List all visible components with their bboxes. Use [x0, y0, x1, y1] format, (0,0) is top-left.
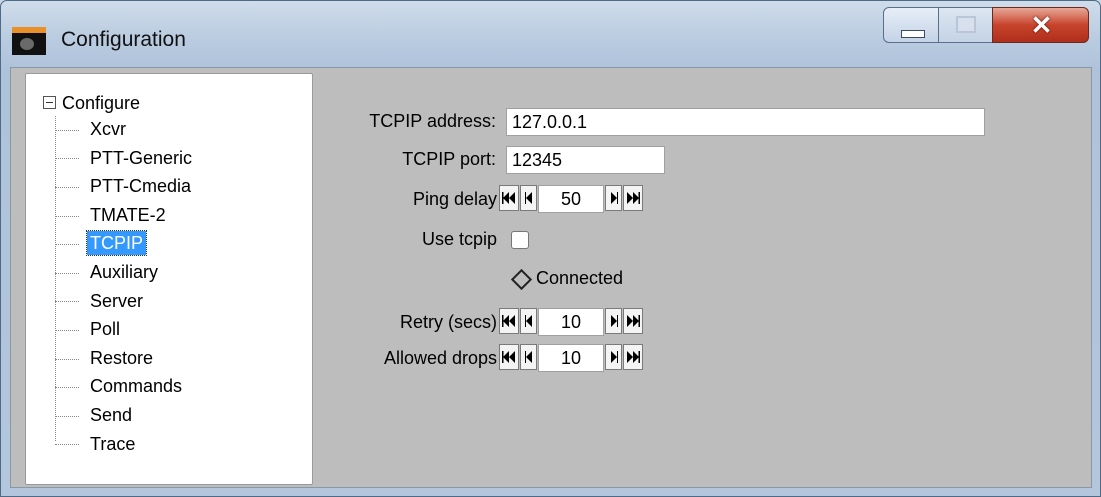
tree-item-commands[interactable]: Commands: [55, 374, 185, 398]
spinner-value[interactable]: 50: [538, 185, 604, 213]
left-arrow-icon: [524, 351, 533, 363]
double-right-arrow-icon: [626, 192, 640, 204]
tree-root-label: Configure: [62, 93, 141, 113]
tree-item-ptt-cmedia[interactable]: PTT-Cmedia: [55, 174, 194, 198]
spinner-value[interactable]: 10: [538, 344, 604, 372]
tree-item-auxiliary[interactable]: Auxiliary: [55, 260, 161, 284]
tree-item-server[interactable]: Server: [55, 289, 146, 313]
title-bar[interactable]: Configuration ✕: [1, 1, 1100, 67]
ping-delay-label: Ping delay: [412, 189, 497, 209]
allowed-drops-label: Allowed drops: [383, 348, 497, 368]
tree-connector: [55, 129, 79, 131]
connected-label: Connected: [536, 268, 624, 288]
tree-connector: [55, 415, 79, 417]
connection-status-diamond-icon: [510, 268, 533, 291]
tree-item-label: Restore: [90, 347, 154, 368]
tree-item-send[interactable]: Send: [55, 403, 135, 427]
decrement-button[interactable]: [520, 185, 537, 211]
tree-item-label: Poll: [90, 319, 121, 340]
tree-item-label: Xcvr: [90, 119, 126, 139]
collapse-icon[interactable]: [43, 96, 56, 110]
close-button[interactable]: ✕: [992, 7, 1089, 43]
tree-item-label: TMATE-2: [90, 204, 166, 225]
decrement-button[interactable]: [520, 344, 537, 370]
tree-connector: [55, 158, 79, 160]
fast-decrement-button[interactable]: [499, 308, 519, 334]
increment-button[interactable]: [605, 308, 622, 334]
tree-item-restore[interactable]: Restore: [55, 346, 156, 370]
maximize-icon: [956, 16, 976, 33]
tree-connector: [55, 387, 79, 389]
tree-item-label: Send: [90, 405, 133, 425]
increment-button[interactable]: [605, 185, 622, 211]
tree-connector: [55, 444, 79, 446]
tree-item-xcvr[interactable]: Xcvr: [55, 117, 129, 141]
double-right-arrow-icon: [626, 315, 640, 327]
tree-connector: [55, 329, 79, 331]
double-left-arrow-icon: [502, 351, 516, 363]
tree-item-trace[interactable]: Trace: [55, 432, 138, 456]
tree-connector: [55, 358, 79, 360]
maximize-button[interactable]: [938, 7, 993, 43]
increment-button[interactable]: [605, 344, 622, 370]
tree-item-label: TCPIP: [85, 230, 148, 257]
fast-increment-button[interactable]: [623, 308, 643, 334]
tcpip-address-input[interactable]: [506, 108, 985, 136]
client-area: Configure Xcvr PTT-Generic PTT-Cmedia TMATE…: [10, 67, 1092, 488]
minimize-icon: [901, 30, 925, 38]
tree-item-poll[interactable]: Poll: [55, 317, 123, 341]
tree-connector: [55, 186, 79, 188]
fast-increment-button[interactable]: [623, 344, 643, 370]
close-icon: ✕: [1030, 10, 1053, 40]
double-right-arrow-icon: [626, 351, 640, 363]
tree-item-label: Server: [90, 290, 144, 311]
spinner-value[interactable]: 10: [538, 308, 604, 336]
left-arrow-icon: [524, 315, 533, 327]
tree-connector: [55, 301, 79, 303]
tree-item-label: PTT-Cmedia: [90, 176, 192, 197]
window-title: Configuration: [61, 28, 186, 51]
right-arrow-icon: [610, 192, 618, 204]
window-controls: ✕: [883, 7, 1089, 44]
fast-increment-button[interactable]: [623, 185, 643, 211]
radio-transceiver-icon: [12, 27, 46, 55]
tree-item-label: Auxiliary: [90, 262, 159, 282]
decrement-button[interactable]: [520, 308, 537, 334]
tree-item-ptt-generic[interactable]: PTT-Generic: [55, 146, 195, 170]
tree-connector: [55, 272, 79, 274]
tree-connector: [55, 244, 79, 246]
configure-tree[interactable]: Configure Xcvr PTT-Generic PTT-Cmedia TMATE…: [25, 73, 313, 485]
configuration-window: Configuration ✕ Configure Xcvr PTT-Generi…: [0, 0, 1101, 497]
tcpip-port-input[interactable]: [506, 146, 665, 174]
tcpip-address-label: TCPIP address:: [369, 111, 496, 131]
tree-connector: [55, 215, 79, 217]
minimize-button[interactable]: [883, 7, 939, 43]
tcpip-port-label: TCPIP port:: [402, 149, 496, 169]
double-left-arrow-icon: [502, 192, 516, 204]
right-arrow-icon: [610, 315, 618, 327]
retry-label: Retry (secs): [399, 312, 497, 332]
use-tcpip-checkbox[interactable]: [511, 231, 529, 249]
tree-item-label: Trace: [90, 433, 136, 454]
tree-item-tcpip[interactable]: TCPIP: [55, 230, 148, 257]
tree-item-label: PTT-Generic: [90, 147, 193, 168]
fast-decrement-button[interactable]: [499, 185, 519, 211]
tree-root-configure[interactable]: Configure: [43, 91, 140, 115]
fast-decrement-button[interactable]: [499, 344, 519, 370]
use-tcpip-label: Use tcpip: [421, 229, 497, 249]
tree-item-tmate-2[interactable]: TMATE-2: [55, 203, 169, 227]
tree-item-label: Commands: [90, 376, 183, 397]
double-left-arrow-icon: [502, 315, 516, 327]
left-arrow-icon: [524, 192, 533, 204]
right-arrow-icon: [610, 351, 618, 363]
